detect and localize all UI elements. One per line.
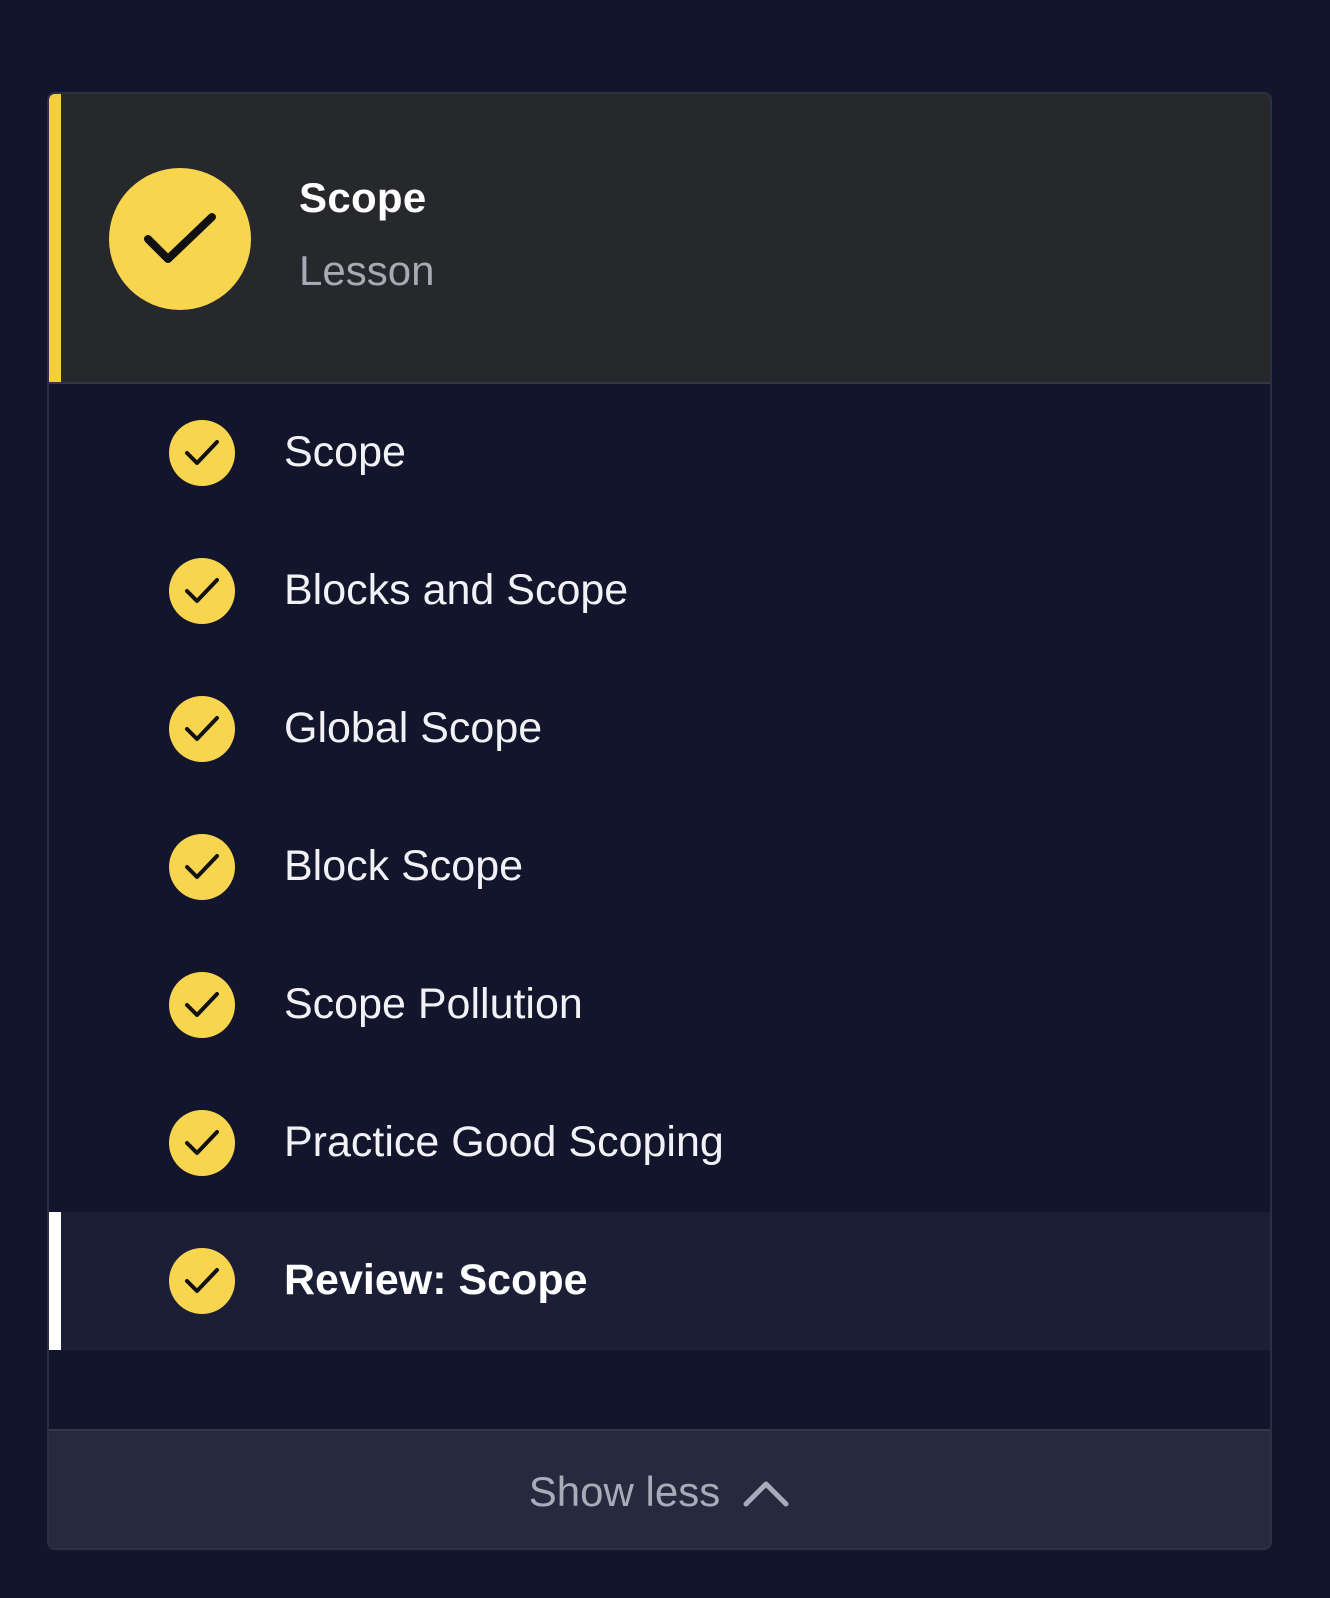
lesson-item[interactable]: Practice Good Scoping bbox=[49, 1074, 1270, 1212]
check-circle-icon bbox=[169, 834, 235, 900]
header-accent-bar bbox=[49, 94, 61, 382]
lesson-item[interactable]: Scope Pollution bbox=[49, 936, 1270, 1074]
lesson-item-label: Scope Pollution bbox=[284, 980, 583, 1028]
lesson-item[interactable]: Blocks and Scope bbox=[49, 522, 1270, 660]
lesson-item[interactable]: Block Scope bbox=[49, 798, 1270, 936]
check-circle-icon bbox=[169, 696, 235, 762]
lesson-card: Scope Lesson Scope Blocks and Scope Glob… bbox=[47, 92, 1272, 1550]
chevron-up-icon bbox=[742, 1476, 790, 1508]
show-less-button[interactable]: Show less bbox=[49, 1429, 1270, 1548]
lesson-item-label: Review: Scope bbox=[284, 1256, 588, 1304]
lesson-type-label: Lesson bbox=[299, 247, 435, 294]
lesson-header[interactable]: Scope Lesson bbox=[49, 94, 1270, 384]
active-indicator bbox=[49, 1212, 61, 1350]
lesson-items-list: Scope Blocks and Scope Global Scope Bloc… bbox=[49, 384, 1270, 1350]
lesson-item-label: Practice Good Scoping bbox=[284, 1118, 724, 1166]
lesson-item[interactable]: Global Scope bbox=[49, 660, 1270, 798]
check-circle-icon bbox=[169, 420, 235, 486]
check-circle-icon bbox=[169, 972, 235, 1038]
check-circle-icon bbox=[169, 1110, 235, 1176]
lesson-item[interactable]: Scope bbox=[49, 384, 1270, 522]
lesson-item-label: Global Scope bbox=[284, 704, 543, 752]
lesson-title: Scope bbox=[299, 174, 427, 221]
lesson-item-label: Block Scope bbox=[284, 842, 524, 890]
show-less-label: Show less bbox=[528, 1467, 721, 1515]
check-circle-icon bbox=[109, 168, 251, 310]
lesson-item-label: Scope bbox=[284, 428, 406, 476]
check-circle-icon bbox=[169, 1248, 235, 1314]
check-circle-icon bbox=[169, 558, 235, 624]
lesson-item[interactable]: Review: Scope bbox=[49, 1212, 1270, 1350]
lesson-item-label: Blocks and Scope bbox=[284, 566, 629, 614]
